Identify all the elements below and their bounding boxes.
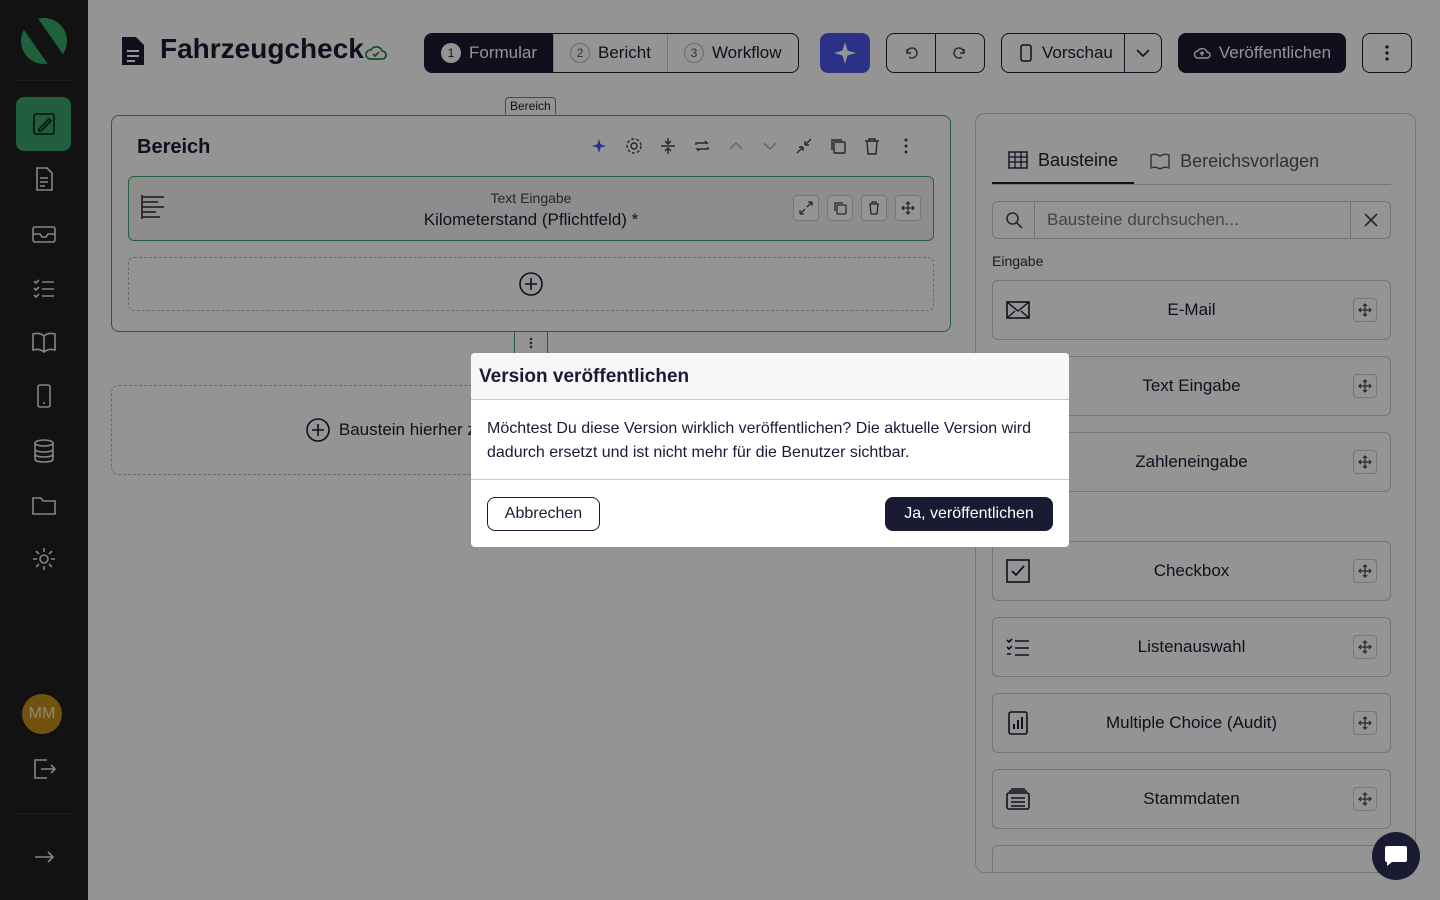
chat-bubble-icon [1385,846,1407,866]
publish-dialog: Version veröffentlichen Möchtest Du dies… [471,353,1069,547]
chat-support-button[interactable] [1372,832,1420,880]
dialog-footer: Abbrechen Ja, veröffentlichen [471,480,1069,546]
dialog-message: Möchtest Du diese Version wirklich veröf… [471,400,1069,480]
app-window: MM Fahrzeugcheck 1 Formular 2 Bericht 3 … [0,0,1440,900]
confirm-publish-button[interactable]: Ja, veröffentlichen [885,497,1053,531]
cancel-button[interactable]: Abbrechen [487,497,600,531]
dialog-title: Version veröffentlichen [471,353,1069,400]
